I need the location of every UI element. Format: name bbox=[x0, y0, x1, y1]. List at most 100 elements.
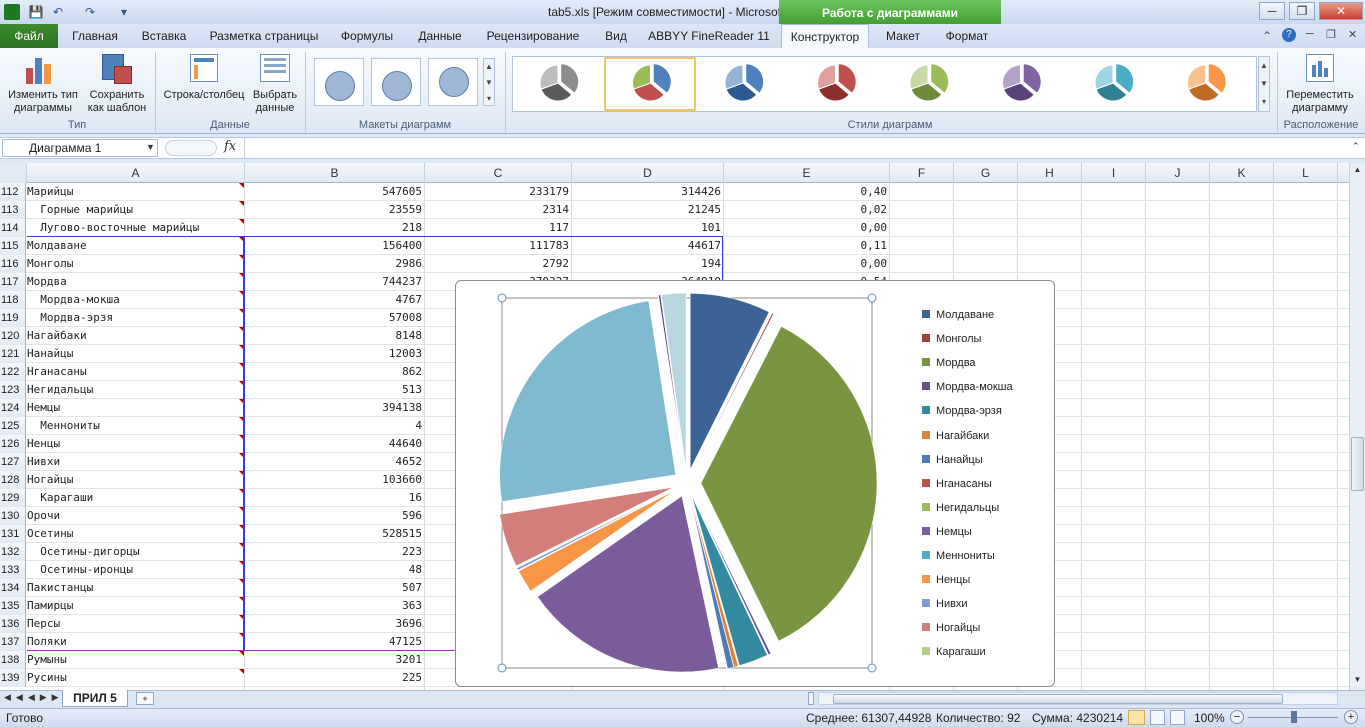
tab-design[interactable]: Конструктор bbox=[781, 24, 869, 48]
legend-entry[interactable]: Нанайцы bbox=[922, 451, 983, 469]
cell-a[interactable]: Памирцы bbox=[27, 597, 244, 615]
cell-a[interactable]: Русины bbox=[27, 669, 244, 687]
cell-e[interactable]: 0,11 bbox=[724, 237, 889, 255]
row-number[interactable]: 132 bbox=[0, 543, 26, 561]
cell-e[interactable]: 0,40 bbox=[724, 183, 889, 201]
undo-icon[interactable]: ↶ bbox=[50, 4, 66, 20]
cell-b[interactable]: 4 bbox=[245, 417, 424, 435]
cell-b[interactable]: 44640 bbox=[245, 435, 424, 453]
row-number[interactable]: 134 bbox=[0, 579, 26, 597]
row-number[interactable]: 137 bbox=[0, 633, 26, 651]
scroll-up-icon[interactable]: ▲ bbox=[1351, 165, 1364, 178]
tab-format[interactable]: Формат bbox=[937, 24, 997, 48]
legend-entry[interactable]: Монголы bbox=[922, 330, 981, 348]
column-header-d[interactable]: D bbox=[572, 163, 724, 183]
name-box[interactable]: Диаграмма 1 bbox=[2, 139, 158, 157]
insert-function-icon[interactable]: fx bbox=[224, 139, 236, 154]
hscroll-thumb[interactable] bbox=[833, 694, 1283, 704]
cell-b[interactable]: 547605 bbox=[245, 183, 424, 201]
close-button[interactable]: ✕ bbox=[1319, 2, 1363, 20]
save-template-icon[interactable] bbox=[100, 54, 134, 84]
cell-a[interactable]: Осетины-дигорцы bbox=[27, 543, 244, 561]
workbook-minimize-icon[interactable]: ─ bbox=[1306, 28, 1314, 40]
redo-icon[interactable]: ↷ bbox=[82, 4, 98, 20]
cell-b[interactable]: 596 bbox=[245, 507, 424, 525]
scroll-thumb[interactable] bbox=[1351, 437, 1364, 491]
cell-b[interactable]: 507 bbox=[245, 579, 424, 597]
row-number[interactable]: 135 bbox=[0, 597, 26, 615]
vertical-scrollbar[interactable]: ▲ ▼ bbox=[1349, 163, 1365, 690]
legend-entry[interactable]: Мордва-мокша bbox=[922, 378, 1013, 396]
cell-d[interactable]: 44617 bbox=[572, 237, 723, 255]
column-header-g[interactable]: G bbox=[954, 163, 1018, 183]
row-number[interactable]: 112 bbox=[0, 183, 26, 201]
row-number[interactable]: 123 bbox=[0, 381, 26, 399]
legend-entry[interactable]: Нивхи bbox=[922, 595, 968, 613]
cell-b[interactable]: 3696 bbox=[245, 615, 424, 633]
row-number[interactable]: 136 bbox=[0, 615, 26, 633]
column-header-h[interactable]: H bbox=[1018, 163, 1082, 183]
cell-a[interactable]: Горные марийцы bbox=[27, 201, 244, 219]
cell-e[interactable]: 0,00 bbox=[724, 255, 889, 273]
row-number[interactable]: 119 bbox=[0, 309, 26, 327]
cell-a[interactable]: Ненцы bbox=[27, 435, 244, 453]
zoom-out-icon[interactable]: − bbox=[1230, 710, 1244, 724]
cell-b[interactable]: 103660 bbox=[245, 471, 424, 489]
cell-b[interactable]: 8148 bbox=[245, 327, 424, 345]
save-icon[interactable]: 💾 bbox=[28, 4, 44, 20]
cell-d[interactable]: 194 bbox=[572, 255, 723, 273]
select-data-button[interactable]: Выбрать данные bbox=[248, 89, 302, 115]
cell-b[interactable]: 3201 bbox=[245, 651, 424, 669]
row-number[interactable]: 139 bbox=[0, 669, 26, 687]
tab-view[interactable]: Вид bbox=[594, 24, 638, 48]
tab-insert[interactable]: Вставка bbox=[132, 24, 196, 48]
cell-b[interactable]: 48 bbox=[245, 561, 424, 579]
zoom-level[interactable]: 100% bbox=[1194, 709, 1225, 727]
cell-b[interactable]: 57008 bbox=[245, 309, 424, 327]
legend-entry[interactable]: Мордва-эрзя bbox=[922, 402, 1002, 420]
row-number[interactable]: 122 bbox=[0, 363, 26, 381]
insert-sheet-icon[interactable]: + bbox=[136, 692, 154, 705]
cell-a[interactable]: Орочи bbox=[27, 507, 244, 525]
legend-entry[interactable]: Молдаване bbox=[922, 306, 994, 324]
legend-entry[interactable]: Ногайцы bbox=[922, 619, 980, 637]
cell-a[interactable]: Немцы bbox=[27, 399, 244, 417]
column-header-j[interactable]: J bbox=[1146, 163, 1210, 183]
legend-entry[interactable]: Карагаши bbox=[922, 643, 986, 661]
cell-b[interactable]: 862 bbox=[245, 363, 424, 381]
minimize-ribbon-icon[interactable]: ⌃ bbox=[1262, 29, 1272, 43]
customize-quick-access-icon[interactable]: ▾ bbox=[116, 4, 132, 20]
horizontal-scrollbar[interactable] bbox=[818, 692, 1338, 705]
legend-entry[interactable]: Ненцы bbox=[922, 571, 970, 589]
row-number[interactable]: 133 bbox=[0, 561, 26, 579]
cell-a[interactable]: Мордва bbox=[27, 273, 244, 291]
row-number[interactable]: 120 bbox=[0, 327, 26, 345]
cell-a[interactable]: Осетины bbox=[27, 525, 244, 543]
legend-entry[interactable]: Нагайбаки bbox=[922, 427, 989, 445]
row-number[interactable]: 124 bbox=[0, 399, 26, 417]
cell-a[interactable]: Нганасаны bbox=[27, 363, 244, 381]
cell-d[interactable]: 314426 bbox=[572, 183, 723, 201]
page-layout-view-icon[interactable] bbox=[1150, 710, 1165, 725]
tab-review[interactable]: Рецензирование bbox=[478, 24, 588, 48]
cell-c[interactable]: 233179 bbox=[425, 183, 571, 201]
cell-a[interactable]: Монголы bbox=[27, 255, 244, 273]
row-number[interactable]: 117 bbox=[0, 273, 26, 291]
row-number[interactable]: 116 bbox=[0, 255, 26, 273]
cell-b[interactable]: 47125 bbox=[245, 633, 424, 651]
restore-button[interactable]: ❐ bbox=[1289, 2, 1315, 20]
column-header-e[interactable]: E bbox=[724, 163, 890, 183]
row-number[interactable]: 118 bbox=[0, 291, 26, 309]
move-chart-icon[interactable] bbox=[1306, 54, 1334, 82]
legend-entry[interactable]: Нганасаны bbox=[922, 475, 992, 493]
legend-entry[interactable]: Меннониты bbox=[922, 547, 995, 565]
cell-a[interactable]: Меннониты bbox=[27, 417, 244, 435]
column-header-c[interactable]: C bbox=[425, 163, 572, 183]
cell-b[interactable]: 4652 bbox=[245, 453, 424, 471]
legend-entry[interactable]: Негидальцы bbox=[922, 499, 999, 517]
selected-chart-style[interactable] bbox=[604, 57, 696, 111]
column-header-i[interactable]: I bbox=[1082, 163, 1146, 183]
cell-c[interactable]: 2792 bbox=[425, 255, 571, 273]
cell-a[interactable]: Мордва-эрзя bbox=[27, 309, 244, 327]
tab-page-layout[interactable]: Разметка страницы bbox=[202, 24, 326, 48]
